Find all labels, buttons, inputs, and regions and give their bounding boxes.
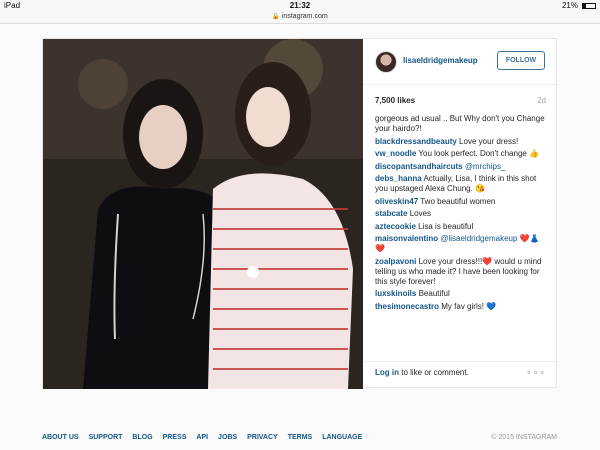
footer-link-support[interactable]: SUPPORT: [89, 434, 123, 441]
more-options-icon[interactable]: ∘∘∘: [526, 367, 546, 378]
login-link[interactable]: Log in: [375, 368, 399, 377]
comment: zoalpavoni Love your dress!!!❤️ would u …: [375, 257, 549, 287]
address-bar[interactable]: 🔒 instagram.com: [0, 12, 600, 24]
comment: luxskinoils Beautiful: [375, 289, 549, 299]
battery-percent: 21%: [561, 1, 578, 10]
post-photo[interactable]: [43, 39, 363, 389]
footer-link-about[interactable]: ABOUT US: [42, 434, 79, 441]
post-sidebar: lisaeldridgemakeup FOLLOW 7,500 likes 2d…: [363, 39, 558, 389]
footer-link-privacy[interactable]: PRIVACY: [247, 434, 278, 441]
footer-link-press[interactable]: PRESS: [163, 434, 187, 441]
comment: maisonvalentino @lisaeldridgemakeup ❤️👗❤…: [375, 234, 549, 254]
url-text: instagram.com: [281, 13, 328, 20]
post-card: lisaeldridgemakeup FOLLOW 7,500 likes 2d…: [42, 38, 558, 389]
comment-user[interactable]: luxskinoils: [375, 289, 416, 298]
comment-text: Two beautiful women: [420, 196, 496, 206]
comment-user[interactable]: vw_noodle: [375, 149, 416, 158]
comment-user[interactable]: stabcate: [375, 209, 407, 218]
comment-mention[interactable]: @lisaeldridgemakeup: [440, 234, 517, 243]
comment-user[interactable]: debs_hanna: [375, 174, 422, 183]
comment: stabcate Loves: [375, 209, 549, 219]
like-count[interactable]: 7,500 likes: [375, 96, 415, 105]
comment: thesimonecastro My fav girls! 💙: [375, 302, 549, 312]
post-age[interactable]: 2d: [537, 96, 546, 105]
comment-text: Beautiful: [418, 289, 450, 298]
login-bar: Log in to like or comment. ∘∘∘: [363, 361, 558, 389]
comment-user[interactable]: thesimonecastro: [375, 302, 439, 311]
login-prompt: Log in to like or comment.: [375, 368, 469, 377]
footer-link-blog[interactable]: BLOG: [132, 434, 152, 441]
comment: oliveskin47 Two beautiful women: [375, 197, 549, 207]
lock-icon: 🔒: [272, 14, 280, 20]
copyright: © 2015 INSTAGRAM: [491, 434, 557, 441]
photo-image: [43, 39, 363, 389]
comment-text: gorgeous ad usual .. But Why don't you C…: [375, 114, 545, 133]
login-prompt-text: to like or comment.: [399, 368, 469, 377]
comment: discopantsandhaircuts @mrchips_: [375, 162, 549, 172]
comment-user[interactable]: zoalpavoni: [375, 257, 416, 266]
comment: gorgeous ad usual .. But Why don't you C…: [375, 114, 549, 134]
comment: aztecookie Lisa is beautiful: [375, 222, 549, 232]
footer-link-jobs[interactable]: JOBS: [218, 434, 237, 441]
comment-text: My fav girls! 💙: [441, 301, 497, 311]
comment: vw_noodle You look perfect. Don't change…: [375, 149, 549, 159]
follow-button[interactable]: FOLLOW: [497, 51, 545, 70]
comment-user[interactable]: maisonvalentino: [375, 234, 438, 243]
comment: blackdressandbeauty Love your dress!: [375, 137, 549, 147]
comments-list: gorgeous ad usual .. But Why don't you C…: [375, 114, 549, 314]
post-username[interactable]: lisaeldridgemakeup: [403, 56, 478, 65]
avatar[interactable]: [375, 51, 397, 73]
footer-link-language[interactable]: LANGUAGE: [322, 434, 362, 441]
footer-links: ABOUT US SUPPORT BLOG PRESS API JOBS PRI…: [42, 434, 557, 441]
comment-text: You look perfect. Don't change 👍: [418, 149, 540, 158]
comment-user[interactable]: discopantsandhaircuts: [375, 162, 463, 171]
comment-text: Lisa is beautiful: [418, 221, 474, 231]
status-right: 21%: [562, 1, 596, 10]
footer-link-terms[interactable]: TERMS: [288, 434, 313, 441]
footer: ABOUT US SUPPORT BLOG PRESS API JOBS PRI…: [42, 434, 557, 441]
comment-user[interactable]: aztecookie: [375, 222, 416, 231]
comment-user[interactable]: blackdressandbeauty: [375, 137, 457, 146]
comment-user[interactable]: oliveskin47: [375, 197, 418, 206]
comment-text: Loves: [409, 209, 432, 218]
post-header: lisaeldridgemakeup FOLLOW: [363, 39, 558, 85]
comment-text: Love your dress!: [459, 136, 519, 146]
comment: debs_hanna Actually, Lisa, I think in th…: [375, 174, 549, 194]
status-bar: iPad 21:32 21%: [0, 0, 600, 12]
comment-mention[interactable]: @mrchips_: [465, 162, 506, 171]
footer-link-api[interactable]: API: [196, 434, 208, 441]
battery-icon: [582, 2, 596, 9]
clock: 21:32: [289, 1, 311, 10]
